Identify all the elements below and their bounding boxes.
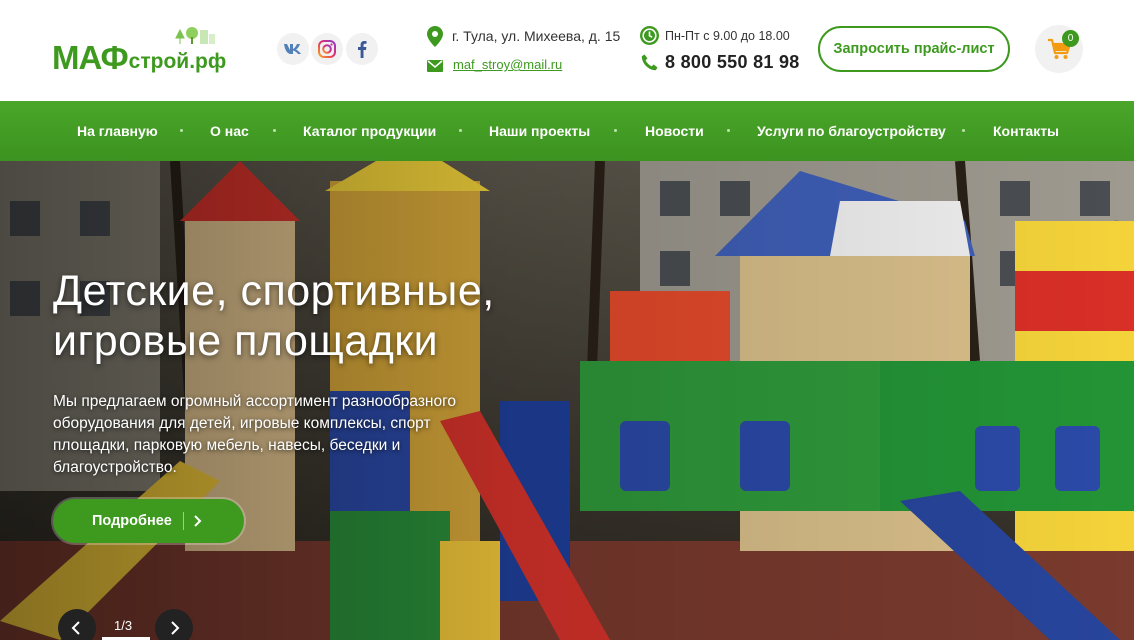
facebook-icon	[358, 41, 367, 58]
instagram-link[interactable]	[311, 33, 343, 65]
work-hours-text: Пн-Пт с 9.00 до 18.00	[665, 29, 790, 43]
hero-title: Детские, спортивные, игровые площадки	[53, 266, 573, 366]
nav-item-home[interactable]: На главную	[77, 101, 158, 161]
nav-item-news[interactable]: Новости	[645, 101, 704, 161]
cart-count-badge: 0	[1062, 30, 1079, 47]
slider-prev-button[interactable]	[58, 609, 96, 640]
hero-slider: Детские, спортивные, игровые площадки Мы…	[0, 161, 1134, 640]
nav-item-projects[interactable]: Наши проекты	[489, 101, 590, 161]
main-nav: На главную О нас Каталог продукции Наши …	[0, 101, 1134, 161]
nav-separator	[273, 129, 276, 132]
slider-next-button[interactable]	[155, 609, 193, 640]
phone-number[interactable]: 8 800 550 81 98	[665, 52, 800, 73]
nav-separator	[727, 129, 730, 132]
more-details-button[interactable]: Подробнее	[53, 499, 244, 543]
nav-separator	[614, 129, 617, 132]
request-price-list-button[interactable]: Запросить прайс-лист	[818, 26, 1010, 72]
chevron-right-icon	[194, 515, 202, 527]
location-pin-icon	[427, 26, 443, 47]
nav-item-landscaping[interactable]: Услуги по благоустройству	[757, 101, 946, 161]
nav-item-about[interactable]: О нас	[210, 101, 249, 161]
button-divider	[183, 512, 184, 530]
more-details-label: Подробнее	[92, 513, 172, 529]
hero-title-line-1: Детские, спортивные,	[53, 267, 495, 315]
facebook-link[interactable]	[346, 33, 378, 65]
email-link[interactable]: maf_stroy@mail.ru	[453, 57, 562, 72]
phone-icon	[641, 54, 658, 71]
nav-item-catalog[interactable]: Каталог продукции	[303, 101, 436, 161]
slider-counter: 1/3	[114, 618, 133, 633]
nav-separator	[459, 129, 462, 132]
logo[interactable]: МАФ строй.рф	[52, 27, 227, 76]
logo-trees-icon	[175, 27, 215, 44]
mail-icon	[427, 60, 443, 72]
vk-link[interactable]	[277, 33, 309, 65]
site-header: МАФ строй.рф г. Тула, ул. Михеева, д. 15…	[0, 0, 1134, 101]
nav-separator	[962, 129, 965, 132]
clock-icon	[640, 26, 659, 45]
nav-item-contacts[interactable]: Контакты	[993, 101, 1059, 161]
chevron-right-icon	[171, 621, 180, 635]
chevron-left-icon	[71, 621, 80, 635]
hero-title-line-2: игровые площадки	[53, 317, 439, 365]
logo-main-text: МАФ	[52, 39, 129, 76]
instagram-icon	[318, 40, 336, 58]
vk-icon	[284, 44, 301, 54]
hero-description: Мы предлагаем огромный ассортимент разно…	[53, 393, 457, 476]
address-text: г. Тула, ул. Михеева, д. 15	[452, 28, 621, 44]
logo-sub-text: строй.рф	[128, 50, 227, 73]
nav-separator	[180, 129, 183, 132]
